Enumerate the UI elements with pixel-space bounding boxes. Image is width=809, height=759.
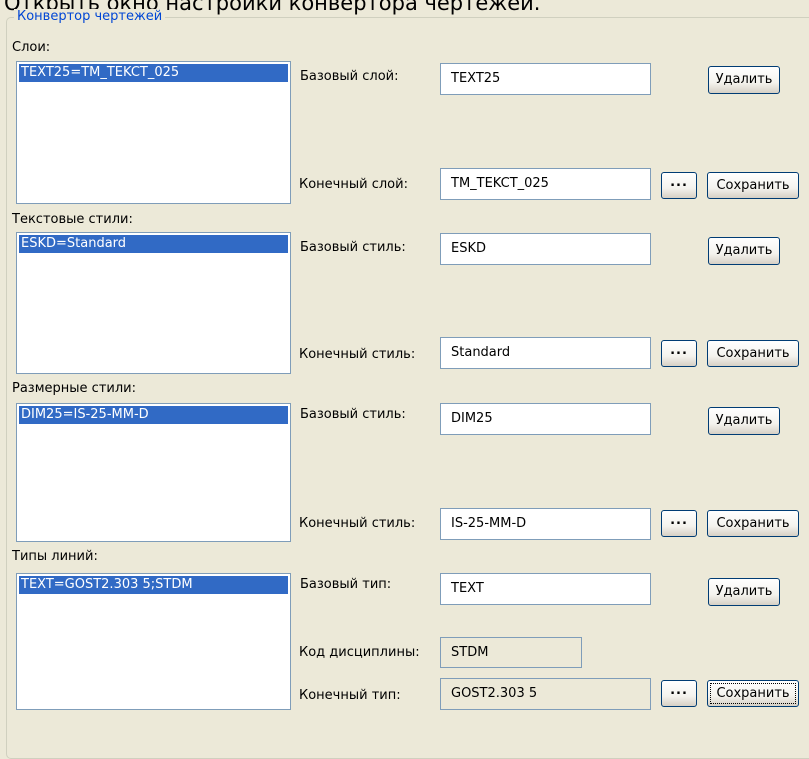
dim-styles-section-label: Размерные стили: xyxy=(12,381,136,396)
target-line-type-label: Конечный тип: xyxy=(299,688,401,703)
dim-styles-list[interactable]: DIM25=IS-25-MM-D xyxy=(16,403,291,542)
target-layer-field[interactable]: TM_TEKCT_025 xyxy=(440,168,651,200)
text-styles-save-button[interactable]: Сохранить xyxy=(707,340,799,367)
target-text-style-field[interactable]: Standard xyxy=(440,337,651,369)
line-types-list[interactable]: TEXT=GOST2.303 5;STDM xyxy=(16,573,291,710)
layers-save-button[interactable]: Сохранить xyxy=(707,172,799,199)
dim-styles-browse-button[interactable]: ... xyxy=(661,510,697,537)
base-layer-label: Базовый слой: xyxy=(300,69,399,84)
text-styles-section-label: Текстовые стили: xyxy=(12,212,133,227)
text-styles-list-item[interactable]: ESKD=Standard xyxy=(19,235,288,253)
dim-styles-save-button[interactable]: Сохранить xyxy=(707,510,799,537)
target-layer-label: Конечный слой: xyxy=(299,177,408,192)
line-types-section-label: Типы линий: xyxy=(12,549,98,564)
target-line-type-field: GOST2.303 5 xyxy=(440,678,651,710)
line-types-save-button[interactable]: Сохранить xyxy=(707,680,799,707)
line-types-delete-button[interactable]: Удалить xyxy=(708,578,780,606)
base-text-style-field[interactable]: ESKD xyxy=(440,233,651,265)
dim-styles-list-item[interactable]: DIM25=IS-25-MM-D xyxy=(19,406,288,424)
base-line-type-label: Базовый тип: xyxy=(300,577,392,592)
groupbox-title: Конвертор чертежей xyxy=(14,9,166,24)
base-layer-field[interactable]: TEXT25 xyxy=(440,63,651,95)
text-styles-browse-button[interactable]: ... xyxy=(661,340,697,367)
target-dim-style-field[interactable]: IS-25-MM-D xyxy=(440,508,651,540)
text-styles-list[interactable]: ESKD=Standard xyxy=(16,232,291,374)
base-dim-style-label: Базовый стиль: xyxy=(300,407,406,422)
target-text-style-label: Конечный стиль: xyxy=(299,347,416,362)
text-styles-delete-button[interactable]: Удалить xyxy=(708,237,780,265)
base-line-type-field[interactable]: TEXT xyxy=(440,573,651,605)
layers-delete-button[interactable]: Удалить xyxy=(708,66,780,94)
base-text-style-label: Базовый стиль: xyxy=(300,240,406,255)
dim-styles-delete-button[interactable]: Удалить xyxy=(708,407,780,435)
line-types-browse-button[interactable]: ... xyxy=(661,680,697,707)
target-dim-style-label: Конечный стиль: xyxy=(299,516,416,531)
discipline-code-field: STDM xyxy=(440,637,582,668)
layers-section-label: Слои: xyxy=(12,40,51,55)
layers-list-item[interactable]: TEXT25=TM_TEKCT_025 xyxy=(19,64,288,82)
discipline-code-label: Код дисциплины: xyxy=(299,645,420,660)
line-types-list-item[interactable]: TEXT=GOST2.303 5;STDM xyxy=(19,576,288,594)
base-dim-style-field[interactable]: DIM25 xyxy=(440,403,651,435)
layers-browse-button[interactable]: ... xyxy=(661,172,697,199)
layers-list[interactable]: TEXT25=TM_TEKCT_025 xyxy=(16,61,291,204)
